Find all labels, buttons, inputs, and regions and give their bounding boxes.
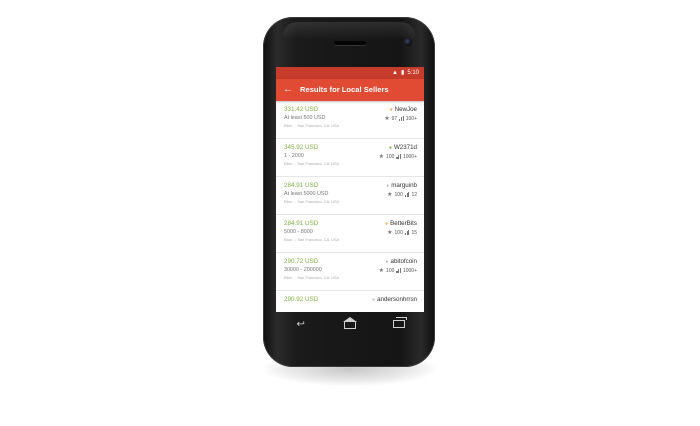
list-item[interactable]: 345.92 USD 1 - 2000 Elkin ... San Franci… [276, 139, 424, 177]
amount-range: 5000 - 8000 [284, 229, 313, 235]
list-item[interactable]: 284.91 USD 5000 - 8000 Elkin ... San Fra… [276, 215, 424, 253]
status-dot-icon: ● [388, 144, 392, 151]
battery-icon: ▮ [401, 70, 405, 76]
rating: 100 [394, 229, 403, 236]
trades: 15 [411, 229, 417, 236]
trades: 100+ [405, 115, 417, 122]
status-time: 5:10 [407, 70, 419, 76]
seller: ● BetterBits [385, 220, 417, 227]
page-title: Results for Local Sellers [300, 85, 389, 94]
price: 284.91 USD [284, 182, 319, 189]
seller: ● abitofcoin [385, 258, 417, 265]
status-dot-icon: ● [372, 296, 376, 303]
location: Elkin ... San Francisco, CA, USA [284, 238, 340, 242]
seller-stats: ★ 100 1000+ [378, 153, 417, 161]
seller: ● NewJoe [390, 106, 417, 113]
star-icon: ★ [387, 192, 393, 198]
signal-icon: ▲ [392, 70, 398, 76]
list-item[interactable]: 290.72 USD 30000 - 200000 Elkin ... San … [276, 253, 424, 291]
amount-range: 30000 - 200000 [284, 267, 322, 273]
price: 345.92 USD [284, 144, 319, 151]
rating: 100 [386, 153, 395, 160]
bar-chart-icon [404, 192, 410, 197]
seller: ● andersonhrrsn [372, 296, 417, 303]
bar-chart-icon [396, 268, 401, 273]
nav-back-icon[interactable]: ↩ [292, 318, 310, 332]
bar-chart-icon [396, 154, 401, 159]
star-icon: ★ [378, 154, 385, 160]
seller-stats: ★ 100 15 [387, 229, 417, 237]
rating: 100 [386, 267, 395, 274]
location: Elkin ... San Francisco, CA, USA [284, 200, 340, 204]
system-nav-bar: ↩ [276, 312, 424, 338]
price: 290.72 USD [284, 258, 319, 265]
amount-range: At least 5000 USD [284, 191, 329, 197]
status-dot-icon: ● [389, 106, 393, 113]
star-icon: ★ [378, 268, 385, 274]
trades: 12 [411, 191, 417, 198]
star-icon: ★ [387, 230, 393, 236]
seller-name: andersonhrrsn [377, 296, 417, 303]
front-camera [404, 38, 412, 46]
seller-name: BetterBits [390, 220, 417, 227]
seller-stats: ★ 97 100+ [384, 115, 417, 123]
location: Elkin ... San Francisco, CA, USA [284, 124, 340, 128]
seller: ● marguinb [386, 182, 417, 189]
bar-chart-icon [399, 116, 404, 121]
star-icon: ★ [384, 116, 390, 122]
earpiece-speaker [334, 41, 366, 45]
status-dot-icon: ● [386, 182, 390, 189]
arrow-back-icon[interactable]: ← [283, 79, 293, 101]
app-screen: ▲ ▮ 5:10 ← Results for Local Sellers 331… [276, 67, 424, 312]
price: 284.91 USD [284, 220, 319, 227]
location: Elkin ... San Francisco, CA, USA [284, 162, 340, 166]
list-item[interactable]: 284.91 USD At least 5000 USD Elkin ... S… [276, 177, 424, 215]
rating: 97 [391, 115, 398, 122]
seller-stats: ★ 100 1000+ [378, 267, 417, 275]
nav-recents-icon[interactable] [390, 317, 408, 332]
seller: ● W2371d [389, 144, 417, 151]
seller-name: marguinb [391, 182, 417, 189]
price: 290.92 USD [284, 296, 319, 303]
list-item[interactable]: 331.42 USD At least 500 USD Elkin ... Sa… [276, 101, 424, 139]
rating: 100 [394, 191, 403, 198]
bar-chart-icon [404, 230, 410, 235]
seller-name: W2371d [393, 144, 417, 151]
status-dot-icon: ● [385, 220, 389, 227]
seller-name: NewJoe [394, 106, 417, 113]
amount-range: 1 - 2000 [284, 153, 304, 159]
seller-name: abitofcoin [390, 258, 418, 265]
trades: 1000+ [402, 153, 417, 160]
results-list: 331.42 USD At least 500 USD Elkin ... Sa… [276, 101, 424, 312]
list-item[interactable]: 290.92 USD ● andersonhrrsn [276, 291, 424, 312]
price: 331.42 USD [284, 106, 319, 113]
seller-stats: ★ 100 12 [387, 191, 417, 199]
amount-range: At least 500 USD [284, 115, 326, 121]
nav-home-icon[interactable] [341, 317, 359, 332]
app-bar: ← Results for Local Sellers [276, 79, 424, 101]
location: Elkin ... San Francisco, CA, USA [284, 276, 340, 280]
status-dot-icon: ● [385, 258, 389, 265]
status-bar: ▲ ▮ 5:10 [276, 67, 424, 79]
phone-highlight [283, 22, 415, 40]
trades: 1000+ [402, 267, 417, 274]
